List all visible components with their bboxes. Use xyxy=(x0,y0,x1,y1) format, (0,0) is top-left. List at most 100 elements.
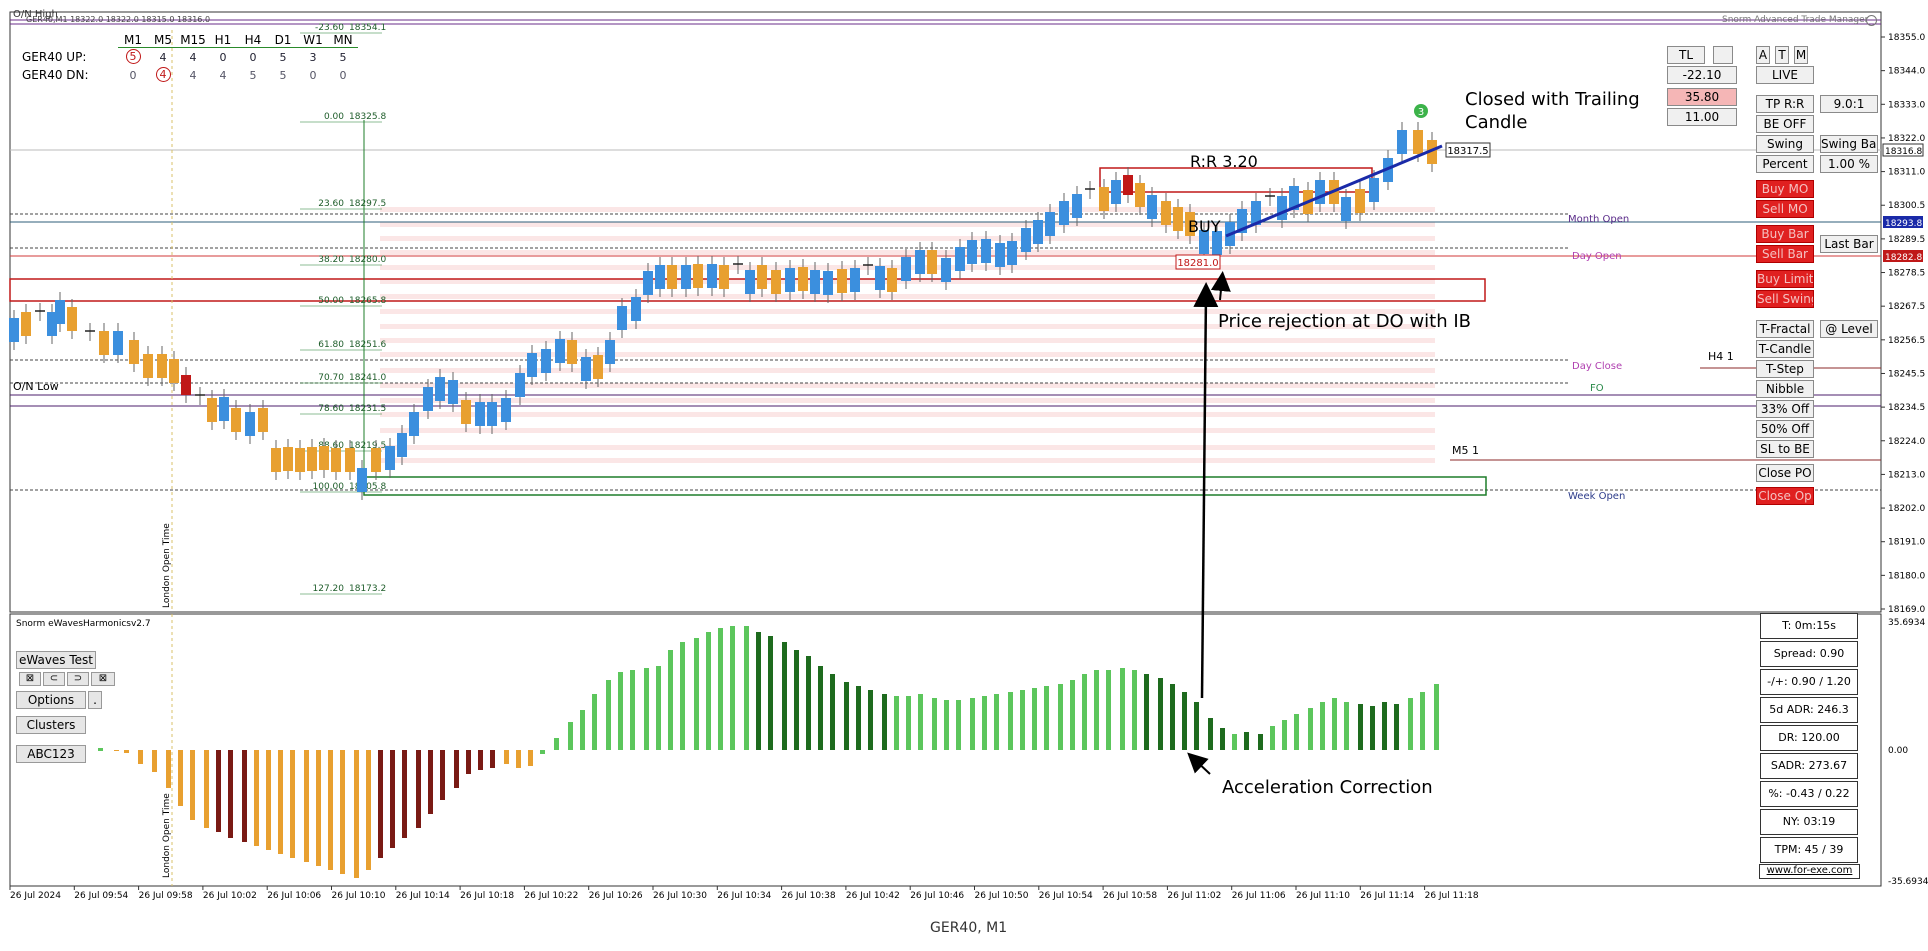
tp-rr-button[interactable]: TP R:R xyxy=(1756,95,1814,113)
candle-body xyxy=(1099,187,1109,211)
percent-value[interactable]: 1.00 % xyxy=(1820,155,1878,173)
close-po-button[interactable]: Close PO xyxy=(1756,464,1814,482)
histogram-bar xyxy=(956,700,961,750)
pink-zone xyxy=(380,294,1435,299)
dot-button[interactable]: . xyxy=(88,691,102,709)
candle-body xyxy=(915,250,925,274)
candle-body xyxy=(1397,130,1407,154)
candle-body xyxy=(901,257,911,281)
candle-body xyxy=(9,318,19,342)
t-candle-button[interactable]: T-Candle xyxy=(1756,340,1814,358)
clear-wave-icon[interactable]: ⊠ xyxy=(91,672,115,686)
footer-link[interactable]: www.for-exe.com xyxy=(1759,864,1860,879)
fib-pct-label: 61.80 xyxy=(318,340,344,350)
histogram-bar xyxy=(166,750,171,788)
buy-mo-button[interactable]: Buy MO xyxy=(1756,180,1814,198)
value-display-2[interactable]: 35.80 xyxy=(1667,88,1737,106)
histogram-bar xyxy=(1044,686,1049,750)
price-axis-label: 18344.0 xyxy=(1888,67,1925,77)
price-axis-label: 18169.0 xyxy=(1888,605,1925,615)
50-off-button[interactable]: 50% Off xyxy=(1756,420,1814,438)
live-button[interactable]: LIVE xyxy=(1756,66,1814,84)
buy-limit-button[interactable]: Buy Limit xyxy=(1756,270,1814,288)
buy-bar-button[interactable]: Buy Bar xyxy=(1756,225,1814,243)
a-button[interactable]: A xyxy=(1756,46,1770,64)
pink-zone xyxy=(380,338,1435,343)
price-rejection-annotation: Price rejection at DO with IB xyxy=(1218,311,1472,332)
histogram-bar xyxy=(970,698,975,750)
swing-button[interactable]: Swing xyxy=(1756,135,1814,153)
histogram-bar xyxy=(402,750,407,838)
fib-pct-label: 50.00 xyxy=(318,296,344,306)
be-off-button[interactable]: BE OFF xyxy=(1756,115,1814,133)
price-axis-label: 18191.0 xyxy=(1888,538,1925,548)
clusters-button[interactable]: Clusters xyxy=(16,716,86,734)
fib-pct-label: 78.60 xyxy=(318,404,344,414)
time-axis-label: 26 Jul 11:14 xyxy=(1360,891,1414,901)
price-axis-label: 18355.0 xyxy=(1888,33,1925,43)
candle-body xyxy=(207,398,217,422)
strength-value: 4 xyxy=(155,67,171,82)
tl-button[interactable]: TL xyxy=(1667,46,1705,64)
t-fractal-button[interactable]: T-Fractal xyxy=(1756,320,1814,338)
close-wave-icon[interactable]: ⊠ xyxy=(19,672,41,686)
price-chart[interactable]: 18355.0 18344.0 18333.0 18322.0 18311.0 18300… xyxy=(0,0,1928,951)
sl-to-be-button[interactable]: SL to BE xyxy=(1756,440,1814,458)
pink-zone xyxy=(380,222,1435,227)
histogram-bar xyxy=(856,686,861,750)
candle-body xyxy=(345,448,355,472)
timeframe-header: M15 xyxy=(178,33,208,48)
percent-button[interactable]: Percent xyxy=(1756,155,1814,173)
value-display-1[interactable]: -22.10 xyxy=(1667,66,1737,84)
histogram-bar xyxy=(1294,714,1299,750)
strength-row-label: GER40 DN: xyxy=(22,67,89,82)
toggle-wave-icon[interactable]: ⊃ xyxy=(67,672,89,686)
pink-zone xyxy=(380,458,1435,463)
histogram-bar xyxy=(1020,690,1025,750)
candle-body xyxy=(1111,180,1121,204)
histogram-bar xyxy=(428,750,433,814)
histogram-bar xyxy=(1434,684,1439,750)
histogram-bar xyxy=(178,750,183,806)
sell-swing-button[interactable]: Sell Swing xyxy=(1756,290,1814,308)
histogram-bar xyxy=(216,750,221,832)
fib-price-label: 18205.8 xyxy=(349,482,386,492)
sell-mo-button[interactable]: Sell MO xyxy=(1756,200,1814,218)
time-axis-label: 26 Jul 10:50 xyxy=(975,891,1029,901)
histogram-bar xyxy=(1282,720,1287,750)
candle-body xyxy=(21,312,31,336)
t-button[interactable]: T xyxy=(1775,46,1789,64)
histogram-bar xyxy=(1158,678,1163,750)
histogram-bar xyxy=(1370,706,1375,750)
close-op-button[interactable]: Close Op xyxy=(1756,487,1814,505)
swing-bar-button[interactable]: Swing Bar xyxy=(1820,135,1878,153)
t-step-button[interactable]: T-Step xyxy=(1756,360,1814,378)
value-display-3[interactable]: 11.00 xyxy=(1667,108,1737,126)
candle-body xyxy=(527,353,537,377)
candle-body xyxy=(331,448,341,472)
33-off-button[interactable]: 33% Off xyxy=(1756,400,1814,418)
abc123-button[interactable]: ABC123 xyxy=(16,745,86,763)
pink-zone xyxy=(380,368,1435,373)
histogram-bar xyxy=(1232,734,1237,750)
time-axis-label: 26 Jul 10:58 xyxy=(1103,891,1157,901)
tp-rr-value[interactable]: 9.0:1 xyxy=(1820,95,1878,113)
histogram-bar xyxy=(1332,698,1337,750)
candle-body xyxy=(169,359,179,383)
blue-price-label: 18293.8 xyxy=(1885,219,1922,229)
time-axis-label: 26 Jul 10:18 xyxy=(460,891,514,901)
nibble-button[interactable]: Nibble xyxy=(1756,380,1814,398)
at-level-button[interactable]: @ Level xyxy=(1820,320,1878,338)
gear-icon[interactable] xyxy=(1866,15,1877,26)
reset-wave-icon[interactable]: ⊂ xyxy=(43,672,65,686)
histogram-bar xyxy=(830,674,835,750)
ewaves-test-button[interactable]: eWaves Test xyxy=(16,651,96,669)
options-button[interactable]: Options xyxy=(16,691,86,709)
timeframe-header: M1 xyxy=(118,33,148,48)
blank-button[interactable] xyxy=(1713,46,1733,64)
sell-bar-button[interactable]: Sell Bar xyxy=(1756,245,1814,263)
histogram-bar xyxy=(680,642,685,750)
m-button[interactable]: M xyxy=(1794,46,1808,64)
last-bar-button[interactable]: Last Bar xyxy=(1820,235,1878,253)
pink-zone xyxy=(380,383,1435,388)
